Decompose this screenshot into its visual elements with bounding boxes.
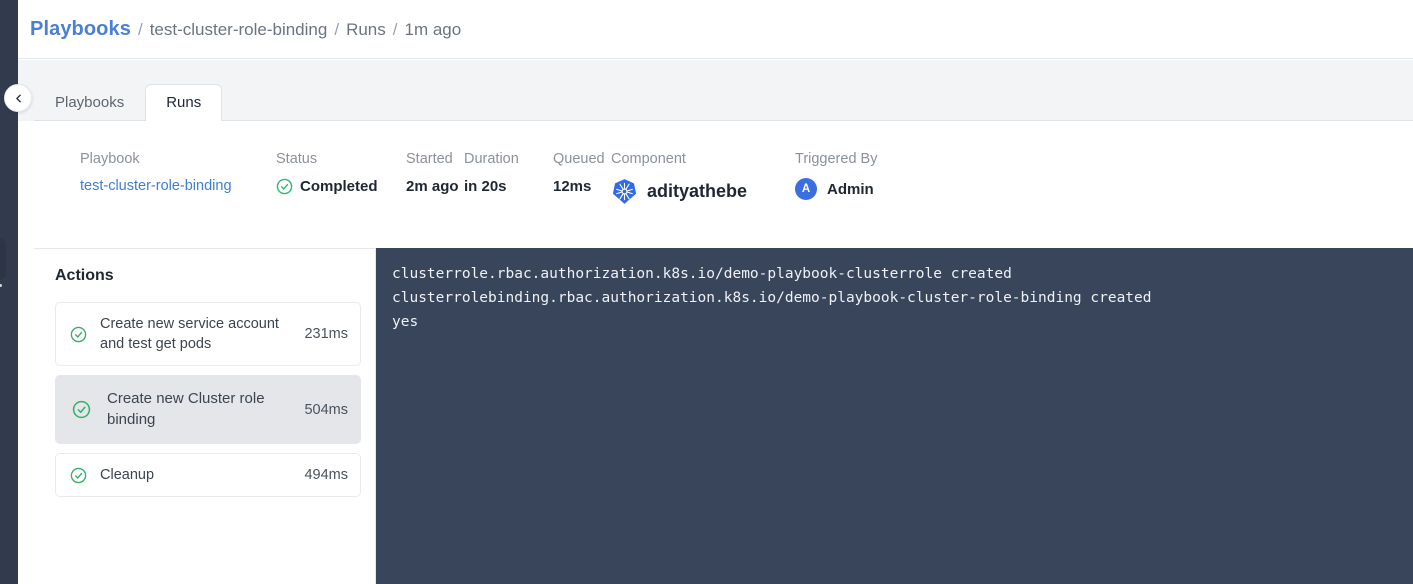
- run-summary-row: Playbook test-cluster-role-binding Statu…: [34, 121, 1413, 248]
- run-detail-card: Playbook test-cluster-role-binding Statu…: [34, 120, 1413, 584]
- summary-field-triggered-by: Triggered By A Admin: [795, 151, 955, 200]
- duration-value: in 20s: [464, 178, 553, 195]
- breadcrumb-item-playbook[interactable]: test-cluster-role-binding: [150, 20, 328, 40]
- tab-playbooks[interactable]: Playbooks: [34, 84, 145, 121]
- breadcrumb: Playbooks / test-cluster-role-binding / …: [30, 18, 461, 41]
- page-header: Playbooks / test-cluster-role-binding / …: [18, 0, 1413, 59]
- actions-panel-title: Actions: [55, 267, 361, 285]
- queued-value: 12ms: [553, 178, 611, 195]
- breadcrumb-item-runs[interactable]: Runs: [346, 20, 386, 40]
- duration-label: Duration: [464, 151, 553, 167]
- summary-field-duration: Duration in 20s: [464, 151, 553, 195]
- breadcrumb-separator-1: /: [138, 20, 143, 40]
- check-circle-icon: [276, 178, 293, 195]
- check-circle-icon: [70, 326, 87, 343]
- status-text: Completed: [300, 178, 378, 195]
- console-line: clusterrolebinding.rbac.authorization.k8…: [392, 286, 1395, 310]
- rail-flyout-panel[interactable]: [0, 238, 6, 280]
- component-label: Component: [611, 151, 795, 167]
- action-duration: 494ms: [304, 467, 348, 483]
- check-circle-icon: [70, 467, 87, 484]
- check-circle-icon: [72, 400, 91, 419]
- triggered-by-value: A Admin: [795, 178, 955, 200]
- playbook-label: Playbook: [80, 151, 276, 167]
- triggered-by-label: Triggered By: [795, 151, 955, 167]
- started-value: 2m ago: [406, 178, 464, 195]
- action-output-console[interactable]: clusterrole.rbac.authorization.k8s.io/de…: [376, 248, 1413, 584]
- breadcrumb-separator-3: /: [393, 20, 398, 40]
- summary-field-status: Status Completed: [276, 151, 406, 195]
- tab-playbooks-label: Playbooks: [55, 94, 124, 111]
- action-label: Create new Cluster role binding: [107, 389, 304, 430]
- component-name: adityathebe: [647, 181, 747, 202]
- tab-strip: Playbooks Runs: [18, 60, 1413, 121]
- tab-list: Playbooks Runs: [34, 81, 222, 121]
- tab-runs-label: Runs: [166, 94, 201, 111]
- action-list-item[interactable]: Create new Cluster role binding 504ms: [55, 375, 361, 444]
- breadcrumb-root-link[interactable]: Playbooks: [30, 18, 131, 41]
- summary-field-started: Started 2m ago: [406, 151, 464, 195]
- summary-field-playbook: Playbook test-cluster-role-binding: [80, 151, 276, 194]
- status-label: Status: [276, 151, 406, 167]
- action-duration: 231ms: [304, 326, 348, 342]
- component-link[interactable]: adityathebe: [611, 178, 795, 205]
- breadcrumb-separator-2: /: [334, 20, 339, 40]
- chevron-left-icon: [12, 92, 25, 105]
- summary-field-component: Component: [611, 151, 795, 205]
- summary-field-queued: Queued 12ms: [553, 151, 611, 195]
- action-duration: 504ms: [304, 402, 348, 418]
- queued-label: Queued: [553, 151, 611, 167]
- run-body: Actions Create new service account and t…: [34, 248, 1413, 584]
- actions-panel: Actions Create new service account and t…: [34, 248, 376, 584]
- tab-runs[interactable]: Runs: [145, 84, 222, 121]
- avatar: A: [795, 178, 817, 200]
- kubernetes-icon: [611, 178, 638, 205]
- action-label: Create new service account and test get …: [100, 314, 304, 354]
- status-badge: Completed: [276, 178, 406, 195]
- action-label: Cleanup: [100, 465, 304, 485]
- action-list-item[interactable]: Create new service account and test get …: [55, 302, 361, 366]
- console-line: clusterrole.rbac.authorization.k8s.io/de…: [392, 262, 1395, 286]
- console-line: yes: [392, 310, 1395, 334]
- started-label: Started: [406, 151, 464, 167]
- action-list-item[interactable]: Cleanup 494ms: [55, 453, 361, 497]
- sidebar-collapse-button[interactable]: [4, 84, 32, 112]
- playbook-link[interactable]: test-cluster-role-binding: [80, 178, 276, 194]
- breadcrumb-item-timestamp: 1m ago: [404, 20, 461, 40]
- app-root: Playbooks / test-cluster-role-binding / …: [0, 0, 1413, 584]
- triggered-by-name: Admin: [827, 181, 874, 198]
